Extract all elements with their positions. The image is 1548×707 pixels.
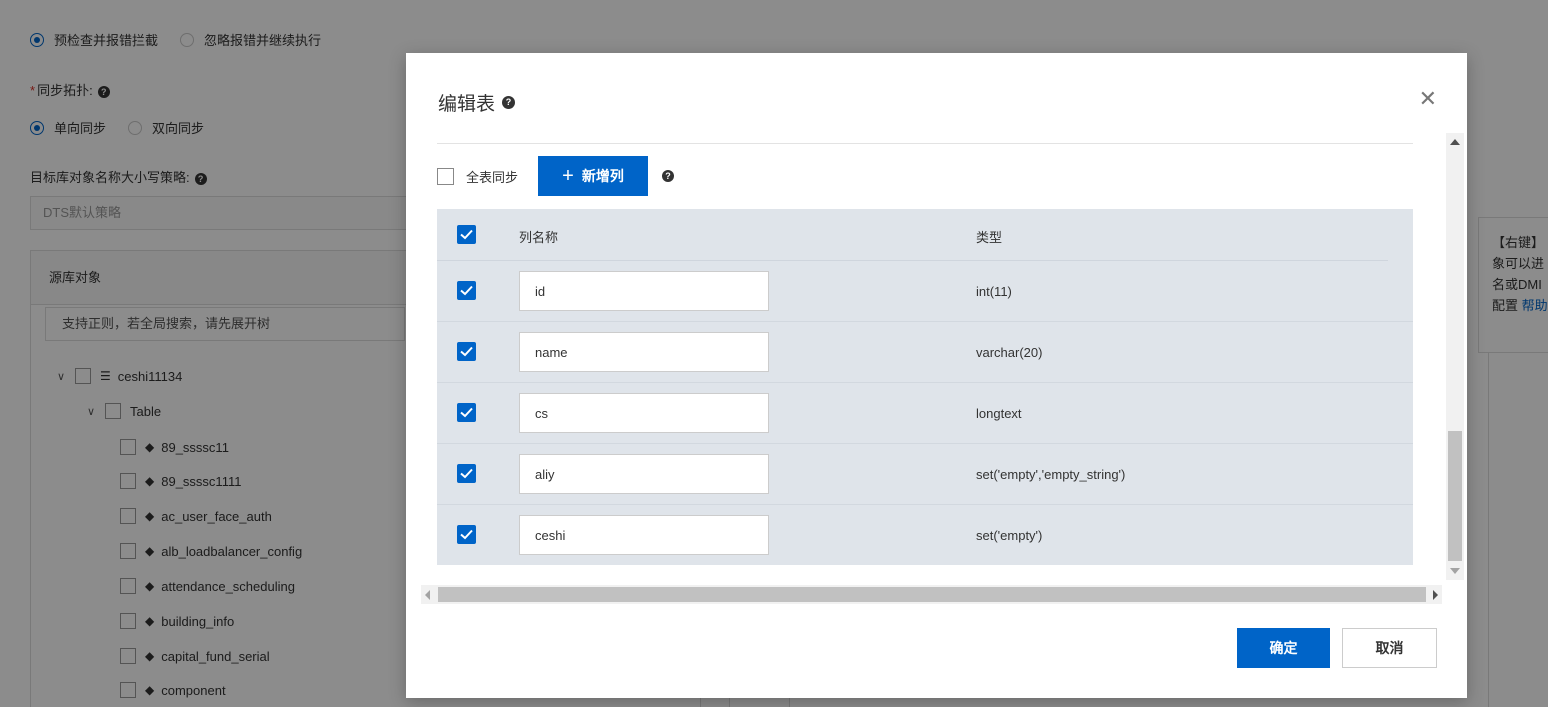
scroll-thumb[interactable] xyxy=(1448,431,1462,561)
vertical-scrollbar[interactable] xyxy=(1446,133,1464,580)
table-row: set('empty') xyxy=(437,505,1413,566)
row-checkbox[interactable] xyxy=(457,342,476,361)
edit-table-dialog: 编辑表 ? ✕ 全表同步 + 新增列 ? 列名称 类型 int(11) xyxy=(406,53,1467,698)
table-row: set('empty','empty_string') xyxy=(437,444,1413,505)
column-type: longtext xyxy=(976,406,1022,421)
scroll-up-arrow-icon[interactable] xyxy=(1450,139,1460,145)
add-column-button[interactable]: + 新增列 xyxy=(538,156,649,196)
row-checkbox[interactable] xyxy=(457,281,476,300)
column-header-type: 类型 xyxy=(976,230,1003,245)
scroll-thumb[interactable] xyxy=(438,587,1426,602)
columns-grid: 列名称 类型 int(11) varchar(20) longtext xyxy=(437,209,1413,565)
table-row: varchar(20) xyxy=(437,322,1413,383)
dialog-title: 编辑表 ? xyxy=(438,89,516,116)
scroll-right-arrow-icon[interactable] xyxy=(1433,590,1438,600)
select-all-checkbox[interactable] xyxy=(457,225,476,244)
table-row: longtext xyxy=(437,383,1413,444)
help-icon[interactable]: ? xyxy=(662,170,675,182)
cancel-button[interactable]: 取消 xyxy=(1342,628,1437,668)
plus-icon: + xyxy=(562,165,574,187)
column-type: int(11) xyxy=(976,284,1012,299)
scroll-down-arrow-icon[interactable] xyxy=(1450,568,1460,574)
row-checkbox[interactable] xyxy=(457,464,476,483)
column-name-input[interactable] xyxy=(519,454,769,494)
column-name-input[interactable] xyxy=(519,515,769,555)
horizontal-scrollbar[interactable] xyxy=(421,585,1442,604)
column-type: varchar(20) xyxy=(976,345,1043,360)
column-name-input[interactable] xyxy=(519,393,769,433)
full-table-sync-label: 全表同步 xyxy=(466,169,519,185)
column-name-input[interactable] xyxy=(519,271,769,311)
column-type: set('empty') xyxy=(976,528,1043,543)
dialog-title-text: 编辑表 xyxy=(438,94,496,115)
row-checkbox[interactable] xyxy=(457,403,476,422)
divider xyxy=(437,143,1413,144)
ok-button[interactable]: 确定 xyxy=(1237,628,1330,668)
help-icon[interactable]: ? xyxy=(502,96,516,109)
column-header-name: 列名称 xyxy=(519,230,559,245)
full-table-sync-checkbox[interactable] xyxy=(437,167,454,185)
column-name-input[interactable] xyxy=(519,332,769,372)
add-column-label: 新增列 xyxy=(581,168,624,184)
toolbar: 全表同步 + 新增列 ? xyxy=(437,156,675,196)
column-type: set('empty','empty_string') xyxy=(976,467,1126,482)
grid-header: 列名称 类型 xyxy=(437,209,1388,261)
scroll-left-arrow-icon[interactable] xyxy=(425,590,430,600)
table-row: int(11) xyxy=(437,261,1413,322)
row-checkbox[interactable] xyxy=(457,525,476,544)
dialog-footer: 确定 取消 xyxy=(406,613,1467,698)
close-icon[interactable]: ✕ xyxy=(1419,88,1437,110)
